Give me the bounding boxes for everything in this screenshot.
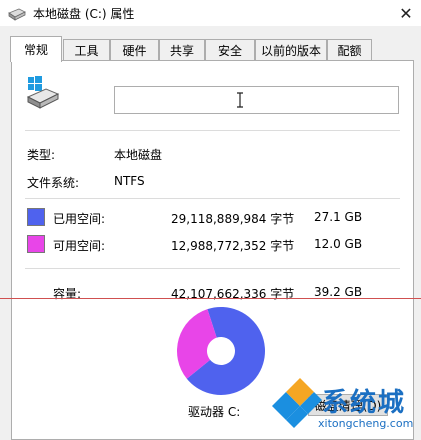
tab-label: 共享: [169, 43, 194, 58]
text-cursor-icon: [237, 92, 243, 108]
used-space-label: 已用空间:: [53, 212, 106, 226]
tab-security[interactable]: 安全: [205, 39, 255, 60]
tab-label: 以前的版本: [260, 43, 321, 58]
tab-label: 配额: [337, 43, 362, 58]
window-title: 本地磁盘 (C:) 属性: [33, 7, 135, 21]
watermark-text: 系统城: [322, 388, 407, 418]
free-space-label: 可用空间:: [53, 239, 106, 253]
used-space-bytes: 29,118,889,984 字节: [171, 212, 295, 226]
tab-previous-versions[interactable]: 以前的版本: [255, 39, 327, 60]
tab-sharing[interactable]: 共享: [159, 39, 205, 60]
divider: [25, 130, 400, 131]
type-value: 本地磁盘: [114, 148, 163, 162]
volume-label-input[interactable]: [114, 86, 399, 114]
free-space-bytes: 12,988,772,352 字节: [171, 239, 295, 253]
drive-icon: [26, 76, 60, 109]
tab-label: 常规: [23, 43, 48, 57]
used-space-size: 27.1 GB: [314, 210, 363, 224]
tab-label: 硬件: [122, 43, 147, 58]
drive-label: 驱动器 C:: [188, 405, 241, 419]
close-button[interactable]: ✕: [391, 0, 421, 26]
divider: [25, 198, 400, 199]
title-bar: 本地磁盘 (C:) 属性 ✕: [0, 0, 421, 26]
tab-label: 安全: [217, 43, 242, 58]
disk-usage-pie: [177, 307, 265, 395]
type-label: 类型:: [27, 148, 56, 162]
capacity-label: 容量:: [53, 287, 82, 301]
divider: [25, 268, 400, 269]
watermark-url: xitongcheng.com: [318, 417, 414, 430]
tab-hardware[interactable]: 硬件: [110, 39, 159, 60]
free-space-swatch: [27, 235, 45, 253]
red-guide-line: [0, 298, 421, 299]
free-space-size: 12.0 GB: [314, 237, 363, 251]
capacity-bytes: 42,107,662,336 字节: [171, 287, 295, 301]
tab-quota[interactable]: 配额: [327, 39, 372, 60]
filesystem-label: 文件系统:: [27, 176, 80, 190]
close-icon: ✕: [399, 3, 413, 23]
drive-icon: [8, 8, 26, 21]
capacity-size: 39.2 GB: [314, 285, 363, 299]
tab-tools[interactable]: 工具: [63, 39, 110, 60]
tab-label: 工具: [74, 43, 99, 58]
filesystem-value: NTFS: [114, 174, 145, 188]
tab-general[interactable]: 常规: [10, 36, 62, 62]
used-space-swatch: [27, 208, 45, 226]
tab-strip: 常规 工具 硬件 共享 安全 以前的版本 配额: [10, 36, 410, 62]
